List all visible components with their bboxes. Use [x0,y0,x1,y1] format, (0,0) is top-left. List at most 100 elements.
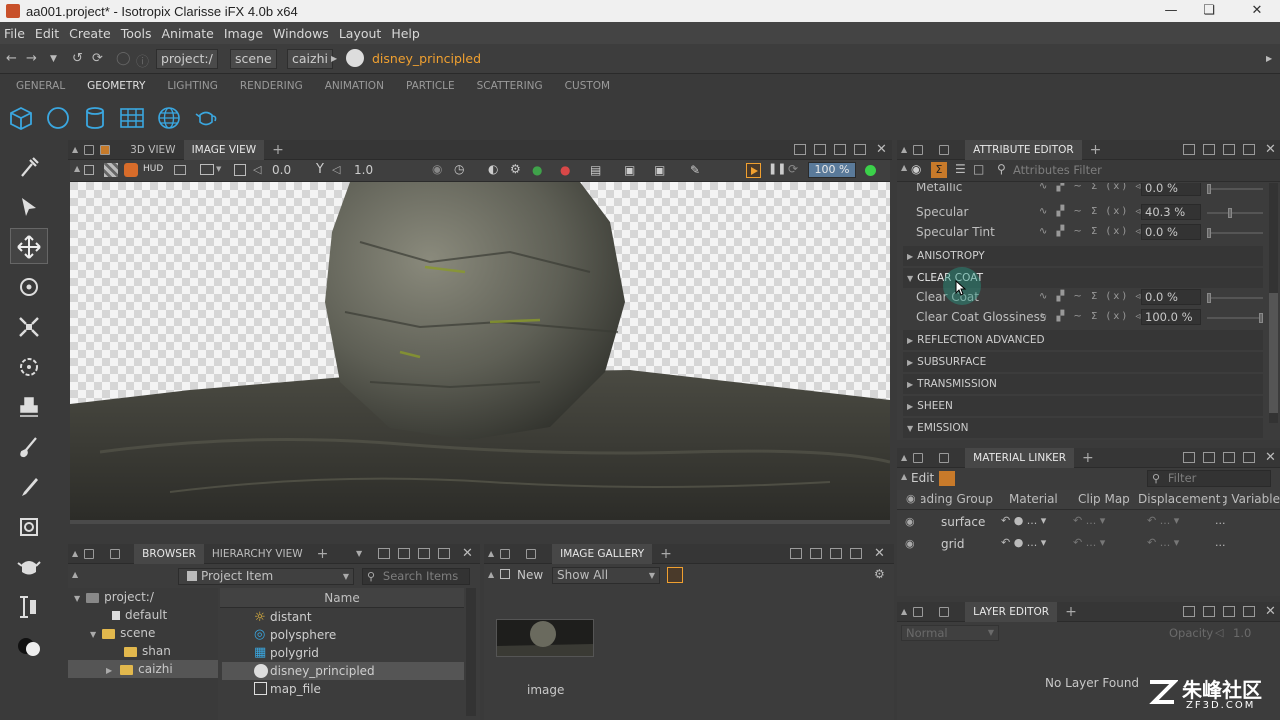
path-scroll-icon[interactable]: ▶ [1266,54,1272,63]
material-row-surface[interactable]: ◉ surface ↶ ● ... ▾ ↶ ... ▾ ↶ ... ▾ ... [897,512,1280,534]
scrollbar-thumb[interactable] [1269,293,1278,413]
image-thumbnail[interactable] [496,619,594,657]
lock-icon[interactable] [500,548,511,559]
pin-icon[interactable] [110,548,121,559]
split-v-icon[interactable] [830,548,842,559]
exposure-step-icon[interactable]: ◁ [253,163,261,176]
brush-icon[interactable] [16,434,42,460]
add-tab-icon[interactable]: + [317,546,329,562]
opacity-step-icon[interactable]: ◁ [1215,626,1223,639]
toolbar-menu-icon[interactable]: ▲ [901,472,907,481]
close-panel-icon[interactable]: ✕ [462,546,473,561]
material-row-grid[interactable]: ◉ grid ↶ ● ... ▾ ↶ ... ▾ ↶ ... ▾ ... [897,534,1280,556]
split-h-icon[interactable] [1203,452,1215,463]
menu-tools[interactable]: Tools [121,26,152,41]
breadcrumb-caizhi[interactable]: caizhi [287,49,333,69]
split-h-icon[interactable] [1203,606,1215,617]
material-slot-icon[interactable]: ↶ ● ... ▾ [1001,514,1046,527]
layout-icon[interactable] [1183,144,1195,155]
transform-icon[interactable] [16,354,42,380]
browser-scrollbar[interactable] [466,588,476,716]
material-slot-icon[interactable]: ↶ ● ... ▾ [1001,536,1046,549]
snapshot-icon[interactable]: ◉ [432,162,442,176]
tab-scattering[interactable]: SCATTERING [477,80,543,92]
search-items-input[interactable]: ⚲ Search Items [362,568,470,585]
attr-link-icons[interactable]: ∿ ▞ ~ Σ (x) ◃▹ [1039,226,1151,237]
blend-mode-select[interactable]: Normal ▼ [901,625,999,641]
zoom-field[interactable]: 100 % [808,162,856,178]
panel-menu-icon[interactable]: ▲ [901,607,907,616]
displacement-slot[interactable]: ↶ ... ▾ [1147,536,1179,549]
attr-slider-clear-coat-glossiness[interactable] [1207,313,1263,323]
gamma-value[interactable]: 1.0 [346,160,386,180]
attr-link-icons[interactable]: ∿ ▞ ~ Σ (x) ◃▹ [1039,183,1151,192]
close-panel-icon[interactable]: ✕ [1265,142,1276,157]
display-icon[interactable] [200,164,214,175]
pin-icon[interactable] [526,548,537,559]
teapot-icon[interactable] [193,106,219,130]
tree-item-scene[interactable]: ▼ scene [90,624,155,642]
layout-icon[interactable] [790,548,802,559]
toolbar-menu-icon[interactable]: ▲ [74,164,80,173]
split-h-icon[interactable] [810,548,822,559]
maximize-panel-icon[interactable] [1243,606,1255,617]
column-displacement[interactable]: Displacement [1138,492,1222,506]
attr-slider-specular[interactable] [1207,208,1263,218]
toolbar-menu-icon[interactable]: ▲ [488,570,494,579]
menu-animate[interactable]: Animate [161,26,213,41]
item-map-file[interactable]: map_file [222,680,464,698]
section-reflection-advanced[interactable]: ▶ REFLECTION ADVANCED [903,330,1263,350]
lock-icon[interactable] [913,144,924,155]
lock-icon[interactable] [913,606,924,617]
tree-item-project[interactable]: ▼ project:/ [74,588,154,606]
maximize-panel-icon[interactable] [850,548,862,559]
tab-custom[interactable]: CUSTOM [565,80,610,92]
pin-icon[interactable] [939,606,950,617]
pin-icon[interactable] [939,452,950,463]
cylinder-icon[interactable] [82,106,108,130]
add-tab-icon[interactable]: + [1090,142,1102,158]
gallery-view-icon[interactable] [667,567,683,583]
sphere-icon[interactable] [45,106,71,130]
item-disney-principled[interactable]: disney_principled [222,662,464,680]
tab-rendering[interactable]: RENDERING [240,80,303,92]
image-canvas[interactable] [70,182,890,520]
sigma-icon[interactable]: Σ [931,162,947,178]
lut-icon[interactable]: ⚙ [510,162,521,176]
new-button[interactable]: New [517,568,543,582]
pause-icon[interactable]: ❚❚ [768,162,786,175]
column-material[interactable]: Material [1009,492,1058,506]
tab-general[interactable]: GENERAL [16,80,65,92]
tab-3d-view[interactable]: 3D VIEW [122,140,183,160]
slider-knob[interactable] [1207,228,1211,238]
split-v-icon[interactable] [834,144,846,155]
clip-map-slot[interactable]: ↶ ... ▾ [1073,536,1105,549]
split-v-icon[interactable] [1223,452,1235,463]
section-sheen[interactable]: ▶ SHEEN [903,396,1263,416]
maximize-button[interactable]: ❏ [1186,0,1232,22]
tab-geometry[interactable]: GEOMETRY [87,80,145,92]
split-v-icon[interactable] [1223,144,1235,155]
attr-value-specular[interactable]: 40.3 % [1141,204,1201,220]
render-icon[interactable] [124,163,138,177]
scale-icon[interactable] [16,314,42,340]
column-shading-variable[interactable]: Shading Variable [1223,492,1280,506]
forward-icon[interactable]: → [26,51,37,66]
column-clip-map[interactable]: Clip Map [1078,492,1130,506]
lock-icon[interactable] [84,548,95,559]
clip-map-slot[interactable]: ↶ ... ▾ [1073,514,1105,527]
expand-arrow-icon[interactable]: ▼ [90,630,96,639]
gamma-step-icon[interactable]: ◁ [332,163,340,176]
teapot-tool-icon[interactable] [16,554,42,580]
attr-slider-clear-coat[interactable] [1207,293,1263,303]
displacement-slot[interactable]: ↶ ... ▾ [1147,514,1179,527]
menu-layout[interactable]: Layout [339,26,382,41]
camera-icon[interactable] [100,144,111,155]
tab-browser[interactable]: BROWSER [134,543,204,564]
close-panel-icon[interactable]: ✕ [1265,604,1276,619]
section-transmission[interactable]: ▶ TRANSMISSION [903,374,1263,394]
expand-arrow-icon[interactable]: ▶ [106,666,112,675]
compare-icon[interactable]: ◐ [488,162,498,176]
options-icon[interactable]: ✎ [690,163,700,177]
item-distant[interactable]: ☼ distant [222,608,464,626]
